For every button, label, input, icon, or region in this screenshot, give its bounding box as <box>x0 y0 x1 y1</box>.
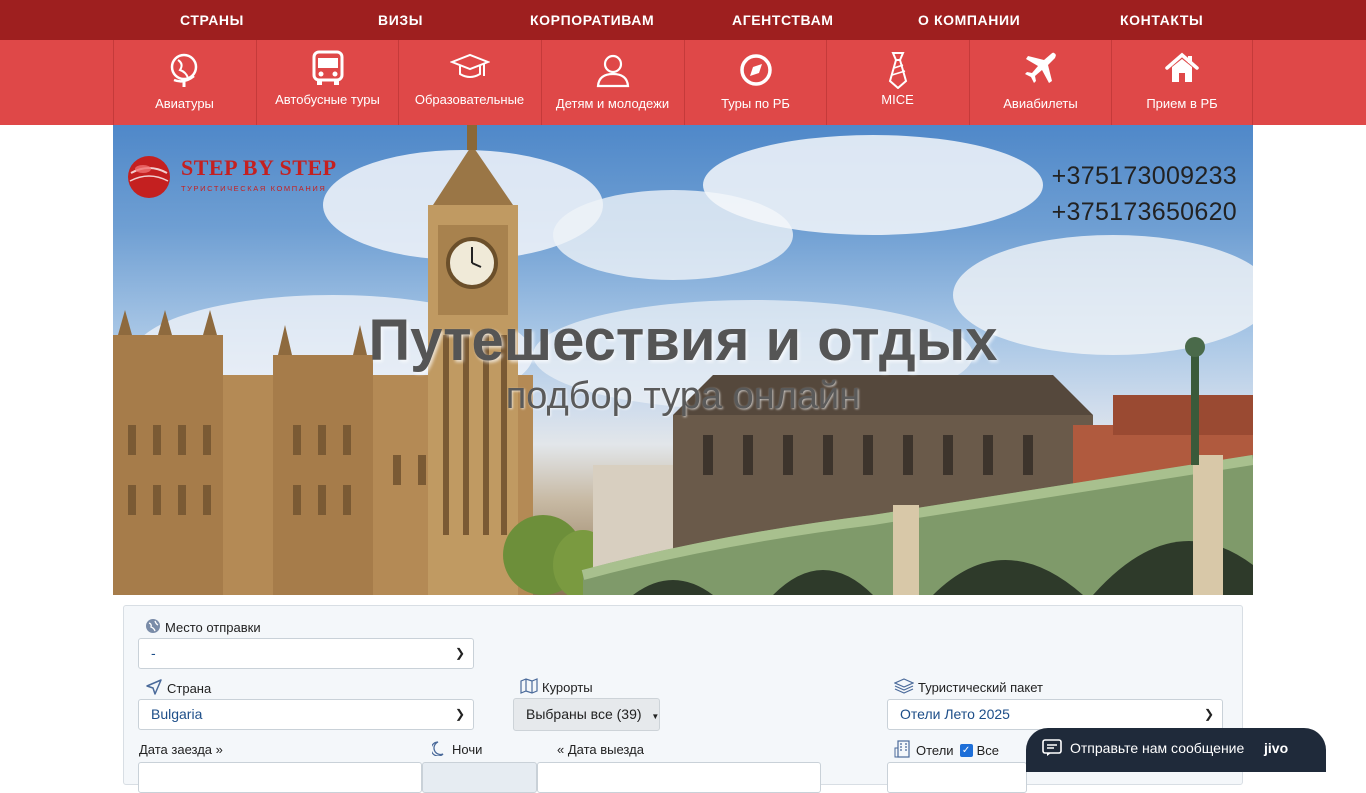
hotels-label-row: Отели ✓ Все <box>894 740 999 761</box>
nav-visas[interactable]: ВИЗЫ <box>378 0 423 40</box>
map-icon <box>520 678 538 697</box>
nights-label: Ночи <box>452 742 483 757</box>
departure-select[interactable]: - ❯ <box>138 638 474 669</box>
phone-numbers: +375173009233 +375173650620 <box>1052 158 1237 230</box>
category-education[interactable]: Образовательные <box>398 40 540 125</box>
home-icon <box>1112 48 1252 88</box>
category-bar: Авиатуры Автобусные туры Образовательные… <box>0 40 1366 125</box>
plane-icon <box>970 48 1111 88</box>
category-belarus-tours[interactable]: Туры по РБ <box>684 40 826 125</box>
logo-text: STEP BY STEP <box>181 155 337 180</box>
category-label: Авиабилеты <box>1003 96 1078 111</box>
resorts-label-row: Курорты <box>520 678 593 697</box>
country-select[interactable]: Bulgaria ❯ <box>138 699 474 730</box>
checkin-date-input[interactable] <box>138 762 422 793</box>
hotels-all-label: Все <box>976 743 999 758</box>
category-avia-tours[interactable]: Авиатуры <box>113 40 255 125</box>
category-inbound[interactable]: Прием в РБ <box>1111 40 1253 125</box>
chevron-down-icon: ❯ <box>1203 707 1214 721</box>
nav-contacts[interactable]: КОНТАКТЫ <box>1120 0 1203 40</box>
category-air-tickets[interactable]: Авиабилеты <box>969 40 1111 125</box>
category-label: Туры по РБ <box>721 96 790 111</box>
category-bus-tours[interactable]: Автобусные туры <box>256 40 398 125</box>
tie-icon <box>827 50 968 90</box>
country-label-row: Страна <box>145 678 211 699</box>
message-icon <box>1042 739 1062 762</box>
checkin-label: Дата заезда » <box>139 742 223 757</box>
checkout-date-input[interactable] <box>537 762 821 793</box>
moon-icon <box>430 740 448 759</box>
globe-icon <box>114 50 255 90</box>
user-icon <box>542 50 683 90</box>
category-label: Авиатуры <box>155 96 214 111</box>
nav-corporate[interactable]: КОРПОРАТИВАМ <box>530 0 654 40</box>
nights-select[interactable] <box>422 762 537 793</box>
package-value: Отели Лето 2025 <box>900 706 1010 722</box>
chevron-down-icon: ❯ <box>454 707 465 721</box>
top-nav: СТРАНЫ ВИЗЫ КОРПОРАТИВАМ АГЕНТСТВАМ О КО… <box>0 0 1366 40</box>
chat-widget[interactable]: Отправьте нам сообщение jivo <box>1026 728 1326 772</box>
nav-about[interactable]: О КОМПАНИИ <box>918 0 1020 40</box>
globe-icon <box>145 618 161 637</box>
chat-text: Отправьте нам сообщение <box>1070 740 1245 756</box>
departure-value: - <box>151 645 156 661</box>
phone-secondary[interactable]: +375173650620 <box>1052 194 1237 230</box>
bus-icon <box>257 48 398 88</box>
category-label: Автобусные туры <box>275 92 380 107</box>
resorts-label: Курорты <box>542 680 593 695</box>
hotels-label: Отели <box>916 743 954 758</box>
departure-label: Место отправки <box>165 620 261 635</box>
hero-subtitle: подбор тура онлайн <box>505 375 861 417</box>
resorts-multiselect[interactable]: Выбраны все (39) ▼ <box>513 698 660 731</box>
caret-down-icon: ▼ <box>651 712 660 721</box>
hotels-all-checkbox[interactable]: ✓ <box>959 744 973 757</box>
category-mice[interactable]: MICE <box>826 40 968 125</box>
country-value: Bulgaria <box>151 706 203 722</box>
departure-label-row: Место отправки <box>145 618 261 637</box>
jivo-brand: jivo <box>1264 740 1289 756</box>
category-label: MICE <box>881 92 914 107</box>
hotels-select[interactable] <box>887 762 1027 793</box>
building-icon <box>894 740 912 761</box>
compass-icon <box>685 50 826 90</box>
checkout-label: « Дата выезда <box>557 742 644 757</box>
logo-subtext: ТУРИСТИЧЕСКАЯ КОМПАНИЯ <box>181 184 327 193</box>
category-label: Прием в РБ <box>1146 96 1218 111</box>
chevron-down-icon: ❯ <box>454 646 465 660</box>
category-kids[interactable]: Детям и молодежи <box>541 40 683 125</box>
package-label-row: Туристический пакет <box>893 678 1043 697</box>
graduation-cap-icon <box>399 48 540 88</box>
country-label: Страна <box>167 681 212 696</box>
category-label: Образовательные <box>414 92 525 107</box>
hero-title: Путешествия и отдых <box>368 308 998 373</box>
nav-agencies[interactable]: АГЕНТСТВАМ <box>732 0 834 40</box>
package-select[interactable]: Отели Лето 2025 ❯ <box>887 699 1223 730</box>
company-logo[interactable]: STEP BY STEP ТУРИСТИЧЕСКАЯ КОМПАНИЯ <box>127 155 377 203</box>
package-label: Туристический пакет <box>918 680 1043 695</box>
layers-icon <box>893 678 915 697</box>
nav-countries[interactable]: СТРАНЫ <box>180 0 244 40</box>
nights-label-row: Ночи <box>430 740 483 759</box>
phone-primary[interactable]: +375173009233 <box>1052 158 1237 194</box>
resorts-value: Выбраны все (39) <box>526 706 642 722</box>
navigation-arrow-icon <box>145 678 163 699</box>
hero-banner: STEP BY STEP ТУРИСТИЧЕСКАЯ КОМПАНИЯ +375… <box>113 125 1253 595</box>
category-label: Детям и молодежи <box>555 96 670 111</box>
